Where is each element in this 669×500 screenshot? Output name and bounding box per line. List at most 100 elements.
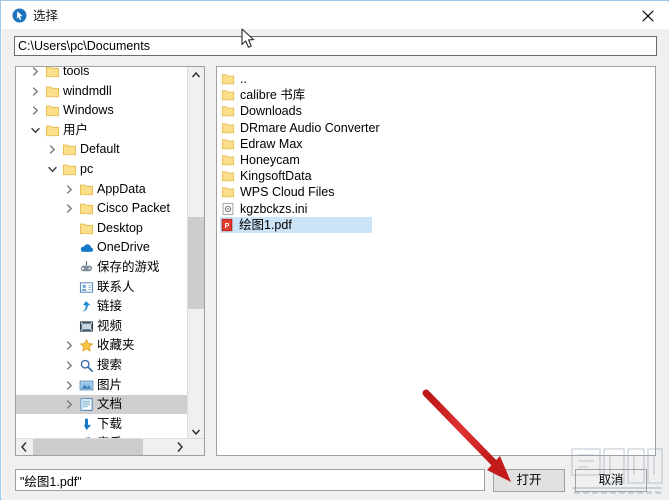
file-list-item-label: Honeycam: [240, 153, 300, 167]
title-bar: 选择: [2, 2, 669, 29]
scroll-left-icon[interactable]: [16, 439, 32, 455]
tree-item-label: 联系人: [97, 279, 135, 294]
chevron-right-icon[interactable]: [64, 380, 75, 391]
chevron-right-icon[interactable]: [64, 184, 75, 195]
file-list-item[interactable]: DRmare Audio Converter: [218, 120, 655, 136]
tree-item[interactable]: OneDrive: [16, 238, 190, 257]
chevron-right-icon[interactable]: [47, 144, 58, 155]
tree-item-label: Windows: [63, 103, 114, 118]
tree-horizontal-scrollbar[interactable]: [16, 438, 204, 455]
cursor-select-icon: [12, 8, 27, 23]
tree-horizontal-scroll-thumb[interactable]: [33, 439, 143, 455]
chevron-right-icon[interactable]: [30, 67, 41, 77]
chevron-right-icon[interactable]: [64, 340, 75, 351]
dialog-content: tools windmdll Windows 用户 Default pc AppData Ci…: [2, 61, 669, 461]
file-list-item[interactable]: kgzbckzs.ini: [218, 201, 655, 217]
tree-item[interactable]: Cisco Packet: [16, 199, 190, 218]
tree-item[interactable]: tools: [16, 67, 190, 81]
file-list-item-label: DRmare Audio Converter: [240, 120, 380, 135]
filename-input[interactable]: [15, 469, 485, 491]
ini-file-icon: [221, 202, 235, 216]
chevron-down-icon[interactable]: [30, 125, 41, 136]
downloads-arrow-icon: [79, 417, 94, 432]
chevron-down-icon[interactable]: [47, 164, 58, 175]
file-list-item[interactable]: Honeycam: [218, 152, 655, 168]
chevron-right-icon[interactable]: [64, 360, 75, 371]
folder-icon: [221, 104, 235, 118]
tree-item[interactable]: 搜索: [16, 356, 190, 375]
tree-item[interactable]: 用户: [16, 121, 190, 140]
file-list-item-label: 绘图1.pdf: [239, 217, 292, 232]
saved-games-icon: [79, 260, 94, 275]
tree-item[interactable]: 链接: [16, 297, 190, 316]
folder-icon: [221, 137, 235, 151]
file-list-item[interactable]: calibre 书库: [218, 87, 655, 103]
pdf-file-icon: P: [220, 218, 234, 232]
tree-item[interactable]: windmdll: [16, 82, 190, 101]
scrollbar-corner: [188, 439, 204, 455]
tree-item[interactable]: 联系人: [16, 278, 190, 297]
tree-item-label: Default: [80, 142, 120, 157]
favorites-star-icon: [79, 338, 94, 353]
file-list-item[interactable]: WPS Cloud Files: [218, 184, 655, 200]
tree-item-label: 视频: [97, 318, 123, 333]
tree-item[interactable]: 下载: [16, 415, 190, 434]
chevron-right-icon[interactable]: [30, 86, 41, 97]
svg-text:P: P: [225, 223, 230, 230]
tree-item-label: pc: [80, 162, 94, 176]
path-bar: [2, 29, 669, 61]
scroll-up-icon[interactable]: [188, 67, 204, 84]
file-list-item-label: ..: [240, 72, 247, 86]
chevron-right-icon[interactable]: [64, 203, 75, 214]
tree-item[interactable]: pc: [16, 160, 190, 179]
file-list-item[interactable]: KingsoftData: [218, 168, 655, 184]
window-title: 选择: [33, 9, 59, 23]
file-list-item-label: Edraw Max: [240, 136, 303, 151]
tree-item-label: OneDrive: [97, 240, 150, 255]
folder-icon: [221, 153, 235, 167]
open-button[interactable]: 打开: [493, 469, 565, 492]
cancel-button[interactable]: 取消: [575, 469, 647, 492]
tree-item[interactable]: 保存的游戏: [16, 258, 190, 277]
onedrive-cloud-icon: [79, 240, 94, 255]
search-magnifier-icon: [79, 358, 94, 373]
tree-item-label: 图片: [97, 377, 123, 392]
path-input[interactable]: [14, 36, 657, 56]
folder-tree-panel[interactable]: tools windmdll Windows 用户 Default pc AppData Ci…: [15, 66, 205, 456]
tree-item-label: Desktop: [97, 220, 143, 235]
videos-icon: [79, 319, 94, 334]
file-list-item[interactable]: ..: [218, 71, 655, 87]
folder-icon: [221, 72, 235, 86]
tree-item[interactable]: Desktop: [16, 219, 190, 238]
tree-item[interactable]: Windows: [16, 101, 190, 120]
folder-icon: [221, 88, 235, 102]
file-list-panel[interactable]: .. calibre 书库 Downloads DRmare Audio Conver…: [216, 66, 656, 456]
chevron-right-icon[interactable]: [30, 105, 41, 116]
file-list-item[interactable]: Edraw Max: [218, 136, 655, 152]
file-list-item-label: KingsoftData: [240, 169, 312, 184]
file-list-item-label: Downloads: [240, 104, 302, 119]
tree-item-label: windmdll: [63, 83, 112, 98]
tree-item[interactable]: 视频: [16, 317, 190, 336]
tree-item[interactable]: Default: [16, 140, 190, 159]
tree-item[interactable]: 收藏夹: [16, 336, 190, 355]
file-list-item-label: calibre 书库: [240, 88, 306, 103]
tree-vertical-scroll-thumb[interactable]: [188, 217, 204, 309]
file-list-item-label: kgzbckzs.ini: [240, 201, 308, 216]
chevron-right-icon[interactable]: [64, 399, 75, 410]
tree-item-label: 用户: [63, 122, 89, 137]
tree-item[interactable]: AppData: [16, 180, 190, 199]
dialog-footer: 打开 取消: [2, 461, 669, 500]
file-list-item[interactable]: P 绘图1.pdf: [220, 216, 372, 233]
tree-item-label: 文档: [97, 397, 123, 412]
scroll-right-icon[interactable]: [172, 439, 188, 455]
tree-item[interactable]: 图片: [16, 376, 190, 395]
file-list-item[interactable]: Downloads: [218, 103, 655, 119]
folder-icon: [221, 169, 235, 183]
tree-item-label: 搜索: [97, 358, 123, 372]
folder-icon: [45, 123, 60, 138]
close-icon[interactable]: [627, 2, 669, 29]
tree-item[interactable]: 文档: [16, 395, 190, 415]
tree-vertical-scrollbar[interactable]: [187, 67, 204, 440]
contacts-icon: [79, 280, 94, 295]
